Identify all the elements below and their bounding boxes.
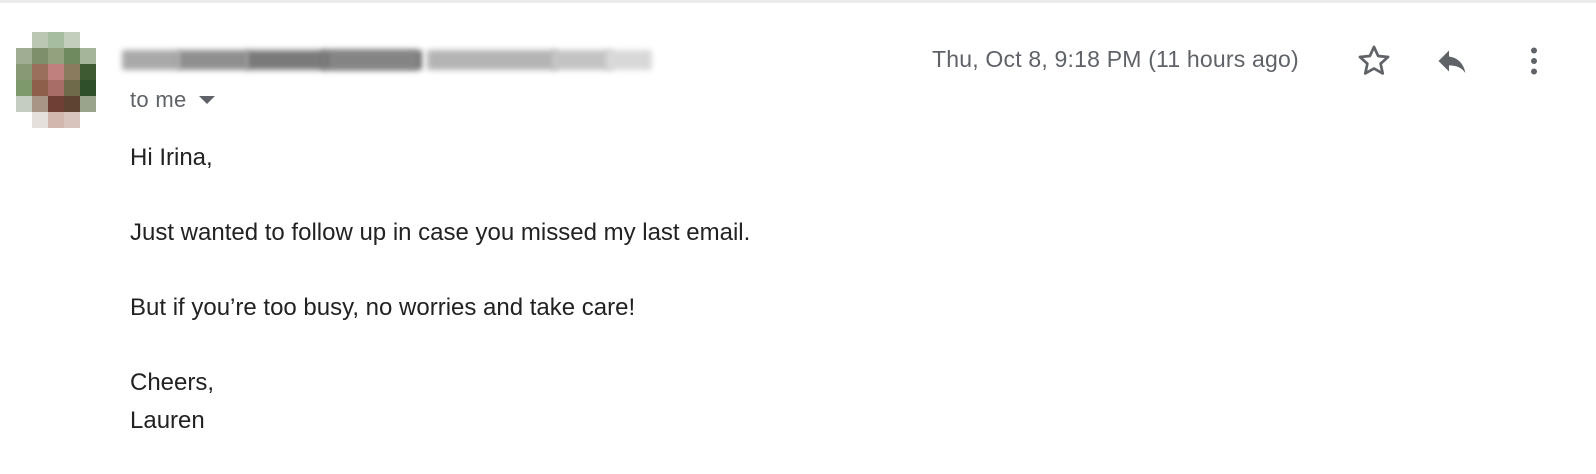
reply-icon bbox=[1438, 50, 1466, 73]
recipient-details-toggle[interactable]: to me bbox=[130, 86, 215, 114]
message-body: Hi Irina, Just wanted to follow up in ca… bbox=[130, 139, 1530, 439]
message-timestamp: Thu, Oct 8, 9:18 PM (11 hours ago) bbox=[932, 46, 1299, 72]
body-greeting: Hi Irina, bbox=[130, 144, 213, 171]
recipient-label: to me bbox=[130, 87, 187, 112]
more-options-button[interactable] bbox=[1510, 37, 1558, 85]
sender-avatar[interactable] bbox=[16, 32, 96, 128]
body-sign-off: Cheers, bbox=[130, 369, 215, 396]
body-signature: Lauren bbox=[130, 406, 205, 434]
sender-name-redacted[interactable] bbox=[122, 44, 652, 76]
body-paragraph-1: Just wanted to follow up in case you mis… bbox=[130, 219, 751, 246]
more-vert-icon bbox=[1531, 47, 1537, 75]
star-button[interactable] bbox=[1350, 37, 1398, 85]
top-divider bbox=[0, 0, 1596, 3]
chevron-down-icon[interactable] bbox=[198, 96, 215, 104]
body-paragraph-2: But if you’re too busy, no worries and t… bbox=[130, 294, 636, 321]
star-outline-icon bbox=[1358, 45, 1390, 75]
reply-button[interactable] bbox=[1428, 37, 1476, 85]
